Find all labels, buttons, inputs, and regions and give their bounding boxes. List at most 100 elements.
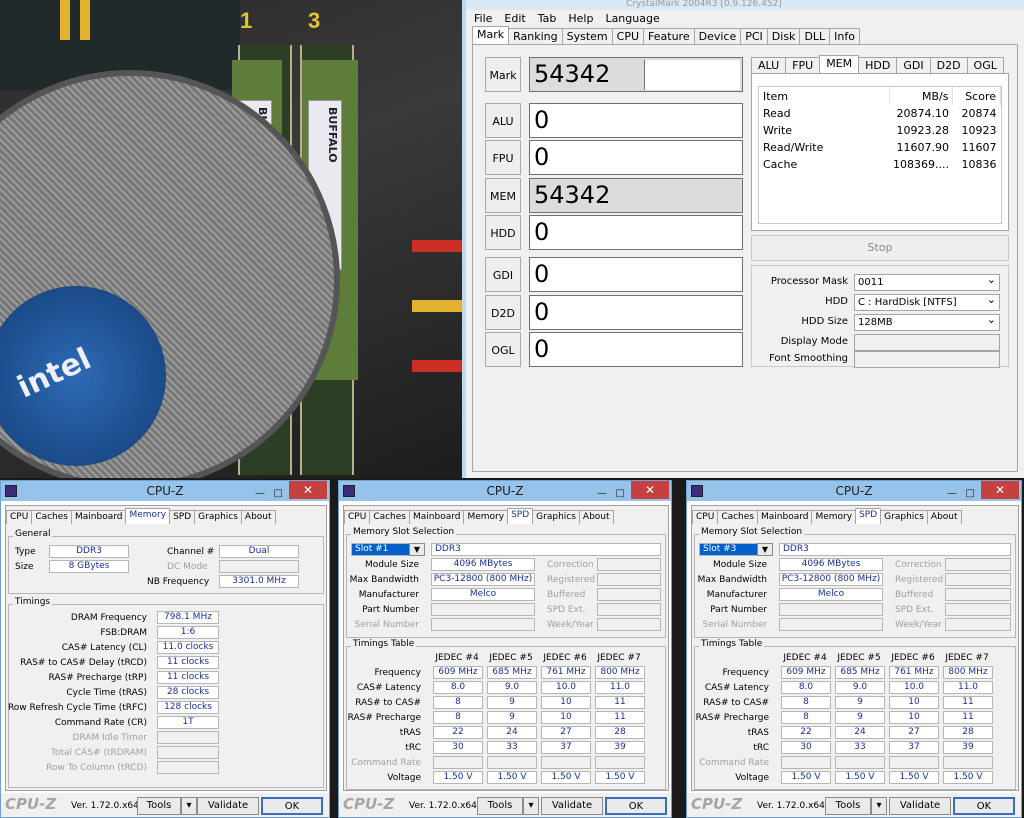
hdd-button[interactable]: HDD	[485, 215, 521, 250]
subtab-gdi[interactable]: GDI	[896, 57, 931, 73]
tab-about[interactable]: About	[240, 510, 276, 524]
tab-cpu[interactable]: CPU	[611, 28, 645, 44]
tools-dropdown-icon[interactable]: ▾	[871, 797, 887, 815]
slot-dropdown-icon[interactable]: ▼	[757, 543, 773, 556]
col-score[interactable]: Score	[952, 87, 1001, 105]
window-body: CPU Caches Mainboard Memory SPD Graphics…	[343, 505, 669, 791]
fpu-button[interactable]: FPU	[485, 140, 521, 175]
hdd-size-select[interactable]: 128MB	[854, 312, 1000, 331]
tab-caches[interactable]: Caches	[369, 510, 410, 524]
channel-value: Dual	[219, 545, 299, 558]
timing-cell: 27	[541, 726, 591, 739]
tab-about[interactable]: About	[578, 510, 614, 524]
subtab-hdd[interactable]: HDD	[858, 57, 898, 73]
module-size-label: Module Size	[712, 560, 767, 570]
tab-mainboard[interactable]: Mainboard	[757, 510, 813, 524]
tab-graphics[interactable]: Graphics	[532, 510, 580, 524]
slot-dropdown-icon[interactable]: ▼	[409, 543, 425, 556]
tab-memory[interactable]: Memory	[463, 510, 509, 524]
mem-button[interactable]: MEM	[485, 178, 521, 213]
maximize-icon[interactable]: □	[616, 484, 625, 504]
menu-help[interactable]: Help	[568, 10, 593, 28]
tab-about[interactable]: About	[926, 510, 962, 524]
tab-memory[interactable]: Memory	[811, 510, 857, 524]
subtab-fpu[interactable]: FPU	[785, 57, 821, 73]
minimize-icon[interactable]: —	[947, 484, 957, 504]
jedec-header: JEDEC #6	[891, 653, 935, 663]
col-mbs[interactable]: MB/s	[889, 87, 954, 105]
table-row[interactable]: Cache 108369.... 10836	[759, 156, 1001, 173]
jedec-header: JEDEC #4	[783, 653, 827, 663]
alu-button[interactable]: ALU	[485, 103, 521, 138]
tools-dropdown-icon[interactable]: ▾	[523, 797, 539, 815]
col-item[interactable]: Item	[759, 87, 890, 105]
tab-device[interactable]: Device	[693, 28, 742, 44]
stop-button[interactable]: Stop	[751, 235, 1009, 261]
slot-select[interactable]: Slot #3	[699, 543, 765, 556]
minimize-icon[interactable]: —	[255, 484, 265, 504]
tab-spd[interactable]: SPD	[169, 510, 196, 524]
tab-caches[interactable]: Caches	[717, 510, 758, 524]
table-row[interactable]: Read/Write 11607.90 11607	[759, 139, 1001, 156]
subtab-mem[interactable]: MEM	[819, 55, 860, 73]
minimize-icon[interactable]: —	[597, 484, 607, 504]
mark-button[interactable]: Mark	[485, 57, 521, 92]
tab-cpu[interactable]: CPU	[344, 510, 371, 524]
hdd-select[interactable]: C : HardDisk [NTFS]	[854, 292, 1000, 311]
timing-cell: 1.50 V	[781, 771, 831, 784]
tab-caches[interactable]: Caches	[31, 510, 72, 524]
tools-dropdown-icon[interactable]: ▾	[181, 797, 197, 815]
registered-label: Registered	[547, 575, 596, 585]
tab-info[interactable]: Info	[829, 28, 860, 44]
subtab-d2d[interactable]: D2D	[929, 57, 968, 73]
tab-spd[interactable]: SPD	[855, 508, 882, 524]
tab-mainboard[interactable]: Mainboard	[71, 510, 127, 524]
ok-button[interactable]: OK	[261, 797, 323, 815]
ok-button[interactable]: OK	[953, 797, 1015, 815]
menu-tab[interactable]: Tab	[538, 10, 557, 28]
font-smoothing-field[interactable]	[854, 351, 1000, 368]
ogl-button[interactable]: OGL	[485, 332, 521, 367]
tab-feature[interactable]: Feature	[643, 28, 695, 44]
tools-button[interactable]: Tools	[477, 797, 523, 815]
tab-memory[interactable]: Memory	[125, 508, 171, 524]
tools-button[interactable]: Tools	[825, 797, 871, 815]
tab-system[interactable]: System	[561, 28, 613, 44]
table-row[interactable]: Read 20874.10 20874	[759, 105, 1001, 122]
close-icon[interactable]: ✕	[631, 481, 669, 499]
ok-button[interactable]: OK	[605, 797, 667, 815]
menu-language[interactable]: Language	[605, 10, 659, 28]
maximize-icon[interactable]: □	[274, 484, 283, 504]
tab-disk[interactable]: Disk	[766, 28, 801, 44]
results-list[interactable]: Item MB/s Score Read 20874.10 20874 Writ…	[758, 86, 1002, 224]
timing-cell: 33	[835, 741, 885, 754]
validate-button[interactable]: Validate	[197, 797, 259, 815]
table-row[interactable]: Write 10923.28 10923	[759, 122, 1001, 139]
tab-spd[interactable]: SPD	[507, 508, 534, 524]
tab-graphics[interactable]: Graphics	[194, 510, 242, 524]
tab-ranking[interactable]: Ranking	[508, 28, 563, 44]
cell-mbs: 10923.28	[896, 124, 949, 137]
tools-button[interactable]: Tools	[137, 797, 181, 815]
tab-dll[interactable]: DLL	[799, 28, 831, 44]
gdi-button[interactable]: GDI	[485, 257, 521, 292]
tab-graphics[interactable]: Graphics	[880, 510, 928, 524]
validate-button[interactable]: Validate	[889, 797, 951, 815]
tab-mark[interactable]: Mark	[472, 26, 510, 44]
subtab-ogl[interactable]: OGL	[966, 57, 1004, 73]
validate-button[interactable]: Validate	[541, 797, 603, 815]
close-icon[interactable]: ✕	[289, 481, 327, 499]
slot-select[interactable]: Slot #1	[351, 543, 417, 556]
tab-pci[interactable]: PCI	[740, 28, 768, 44]
close-icon[interactable]: ✕	[981, 481, 1019, 499]
maximize-icon[interactable]: □	[966, 484, 975, 504]
processor-mask-select[interactable]: 0011	[854, 272, 1000, 291]
tab-cpu[interactable]: CPU	[6, 510, 33, 524]
cell-score: 10836	[961, 158, 997, 171]
cell-item: Cache	[763, 158, 798, 171]
tab-cpu[interactable]: CPU	[692, 510, 719, 524]
d2d-button[interactable]: D2D	[485, 295, 521, 330]
display-mode-field[interactable]	[854, 334, 1000, 351]
subtab-alu[interactable]: ALU	[751, 57, 787, 73]
tab-mainboard[interactable]: Mainboard	[409, 510, 465, 524]
